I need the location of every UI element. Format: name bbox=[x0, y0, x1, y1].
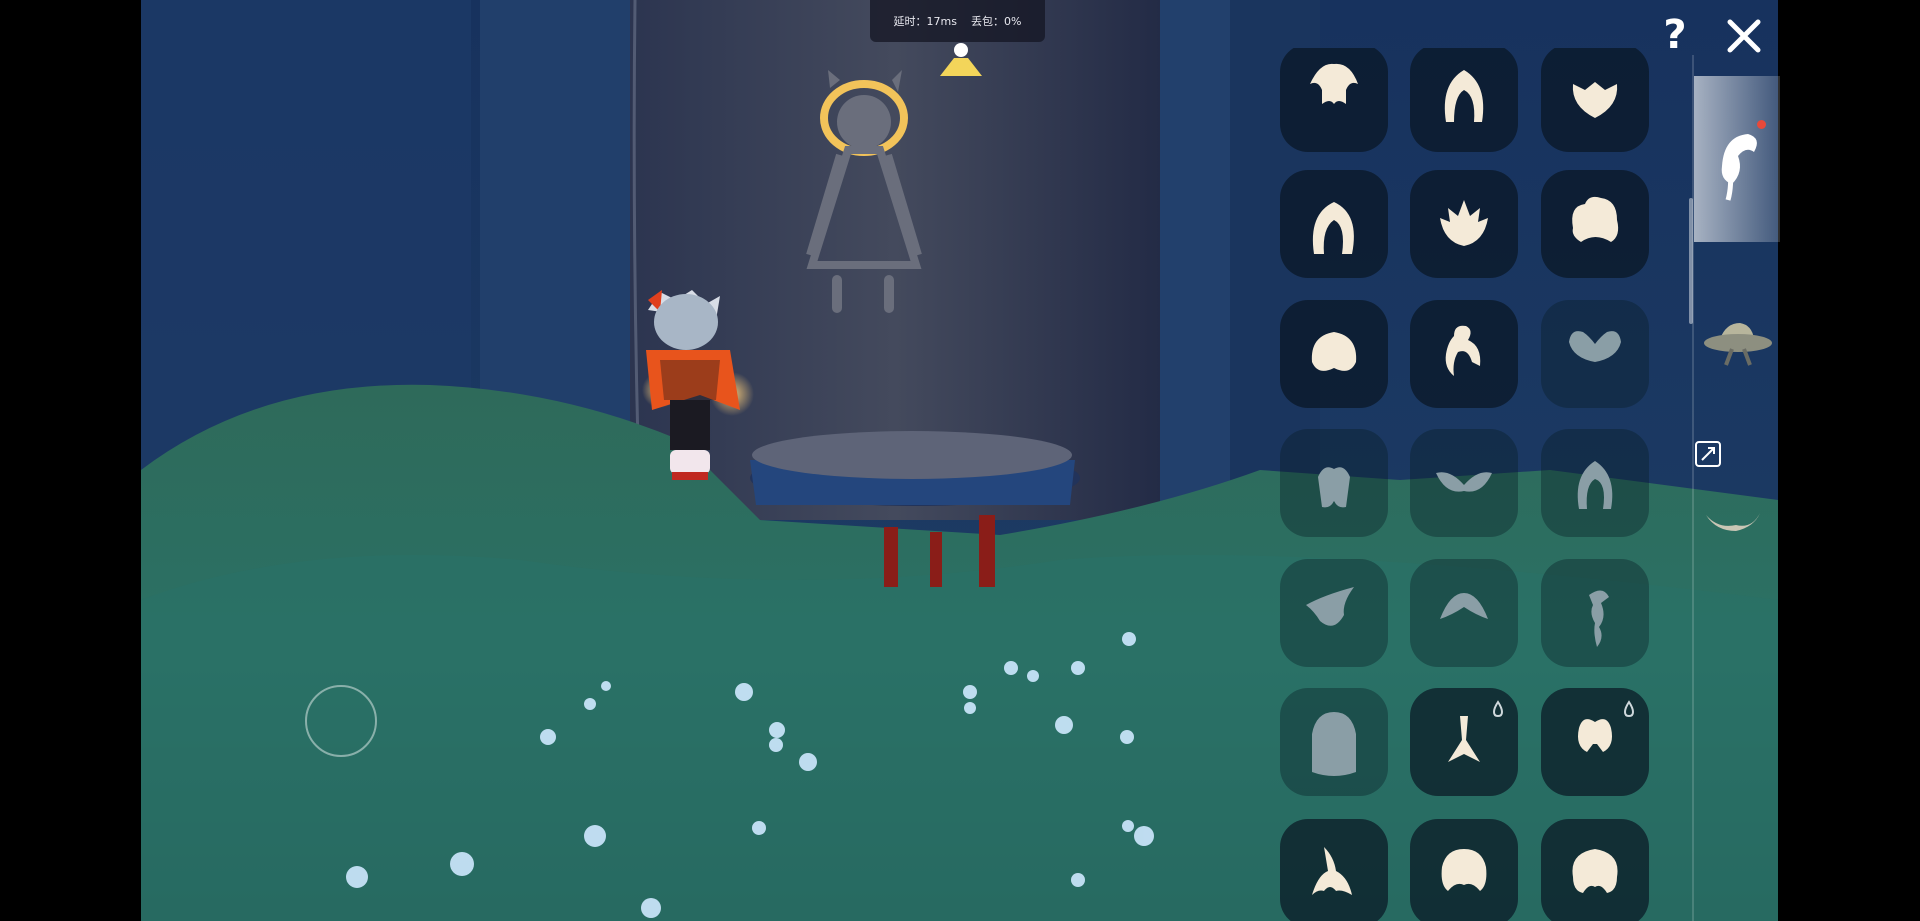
expand-toggle[interactable] bbox=[1694, 430, 1780, 480]
hair-item-slot[interactable] bbox=[1541, 429, 1649, 537]
afro-puff-hair-icon bbox=[1311, 332, 1357, 371]
hair-item-slot[interactable] bbox=[1541, 688, 1649, 796]
closet-category-tabs bbox=[1694, 0, 1780, 921]
horn-tab[interactable] bbox=[1694, 495, 1780, 545]
hair-item-slot[interactable] bbox=[1280, 819, 1388, 921]
hair-item-slot[interactable] bbox=[1280, 170, 1388, 278]
hair-item-slot[interactable] bbox=[1541, 48, 1649, 152]
curly-bob-hair-icon bbox=[1572, 849, 1618, 893]
spiky-hair-icon bbox=[1440, 200, 1488, 246]
movement-joystick[interactable] bbox=[305, 685, 377, 757]
hair-closet-panel bbox=[1238, 48, 1688, 921]
hair-tab[interactable] bbox=[1694, 76, 1780, 242]
hair-item-slot[interactable] bbox=[1280, 429, 1388, 537]
side-braid-hair-icon bbox=[1589, 590, 1609, 647]
hooded-veil-hair-icon bbox=[1312, 712, 1356, 776]
hair-item-slot[interactable] bbox=[1280, 688, 1388, 796]
hair-item-slot[interactable] bbox=[1541, 559, 1649, 667]
parted-bob-hair-icon bbox=[1318, 467, 1350, 508]
bow-twintail-hair-icon bbox=[1578, 700, 1635, 752]
pointed-cap-hair-icon bbox=[1440, 593, 1488, 619]
hair-item-slot[interactable] bbox=[1541, 819, 1649, 921]
hat-icon bbox=[1704, 323, 1772, 366]
swept-bangs-hair-icon bbox=[1306, 587, 1354, 626]
hair-item-slot[interactable] bbox=[1280, 300, 1388, 408]
ribbon-bob-hair-icon bbox=[1441, 849, 1487, 891]
hair-icon bbox=[1721, 134, 1757, 201]
long-braid-hair-icon bbox=[1312, 202, 1354, 254]
hair-item-slot[interactable] bbox=[1410, 48, 1518, 152]
candle-cost-icon bbox=[1492, 700, 1504, 718]
winged-hair-icon bbox=[1436, 472, 1492, 492]
closet-scrollbar[interactable] bbox=[1689, 198, 1693, 324]
long-straight-hair-icon bbox=[1444, 70, 1484, 122]
new-item-notification-dot bbox=[1757, 120, 1766, 129]
hair-item-slot[interactable] bbox=[1410, 559, 1518, 667]
latency-readout: 延时：17ms bbox=[893, 15, 957, 28]
flared-hair-icon bbox=[1312, 847, 1352, 895]
hair-item-slot[interactable] bbox=[1541, 170, 1649, 278]
curly-fluffy-hair-icon bbox=[1572, 196, 1619, 242]
packet-loss-readout: 丢包：0% bbox=[971, 15, 1022, 28]
network-stats: 延时：17ms 丢包：0% bbox=[870, 0, 1045, 42]
horn-icon bbox=[1706, 513, 1760, 531]
ponytail-hair-icon bbox=[1448, 700, 1504, 762]
hat-tab[interactable] bbox=[1694, 305, 1780, 380]
hair-item-slot[interactable] bbox=[1280, 559, 1388, 667]
hair-item-slot[interactable] bbox=[1410, 688, 1518, 796]
candle-cost-icon bbox=[1623, 700, 1635, 718]
hair-item-slot[interactable] bbox=[1410, 300, 1518, 408]
long-wavy-hair-icon bbox=[1577, 461, 1613, 509]
hair-item-slot[interactable] bbox=[1410, 429, 1518, 537]
double-buns-hair-icon bbox=[1569, 331, 1621, 362]
hair-item-slot[interactable] bbox=[1410, 170, 1518, 278]
hair-item-slot[interactable] bbox=[1410, 819, 1518, 921]
hair-item-slot[interactable] bbox=[1280, 48, 1388, 152]
wavy-bob-hair-icon bbox=[1310, 63, 1358, 104]
top-bun-hair-icon bbox=[1445, 325, 1481, 376]
expand-icon bbox=[1695, 441, 1721, 467]
short-bun-hair-icon bbox=[1572, 82, 1618, 118]
hair-item-slot[interactable] bbox=[1541, 300, 1649, 408]
